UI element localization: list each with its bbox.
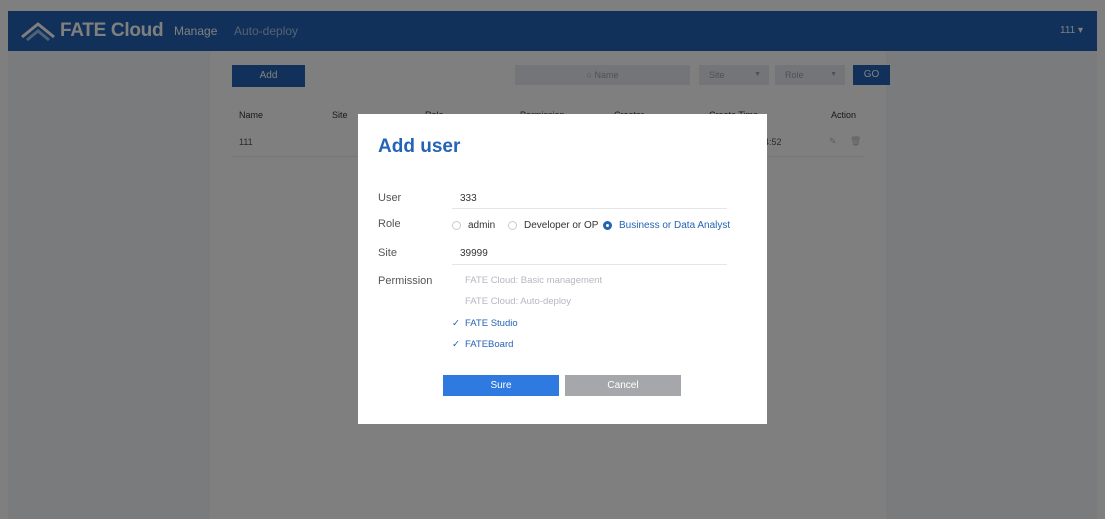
permission-field-label: Permission [378, 275, 433, 287]
user-field[interactable]: 333 [460, 193, 477, 204]
user-field-label: User [378, 192, 402, 204]
permission-fate-studio[interactable]: ✓ FATE Studio [452, 318, 518, 329]
user-field-underline [452, 208, 727, 209]
permission-basic-management[interactable]: FATE Cloud: Basic management [465, 275, 602, 286]
radio-unchecked-icon [508, 221, 517, 230]
site-field[interactable]: 39999 [460, 248, 488, 259]
site-field-underline [452, 264, 727, 265]
permission-label: FATE Cloud: Basic management [465, 275, 603, 286]
role-radio-business-or-data-analyst[interactable]: Business or Data Analyst [603, 220, 730, 231]
permission-fateboard[interactable]: ✓ FATEBoard [452, 339, 513, 350]
dialog-title: Add user [378, 136, 461, 157]
permission-label: FATEBoard [465, 339, 514, 350]
role-option-label: admin [468, 220, 496, 231]
permission-label: FATE Studio [465, 318, 518, 329]
role-option-label: Developer or OP [524, 220, 599, 231]
add-user-dialog: Add user User 333 Role admin Developer o… [358, 114, 767, 424]
cancel-button[interactable]: Cancel [565, 375, 681, 396]
role-radio-admin[interactable]: admin [452, 220, 495, 231]
check-icon: ✓ [452, 318, 460, 329]
radio-unchecked-icon [452, 221, 461, 230]
permission-auto-deploy[interactable]: FATE Cloud: Auto-deploy [465, 296, 571, 307]
site-field-label: Site [378, 247, 397, 259]
permission-label: FATE Cloud: Auto-deploy [465, 296, 571, 307]
radio-checked-icon [603, 221, 612, 230]
role-option-label: Business or Data Analyst [619, 220, 731, 231]
sure-button[interactable]: Sure [443, 375, 559, 396]
role-field-label: Role [378, 218, 401, 230]
check-icon: ✓ [452, 339, 460, 350]
role-radio-developer-or-op[interactable]: Developer or OP [508, 220, 598, 231]
